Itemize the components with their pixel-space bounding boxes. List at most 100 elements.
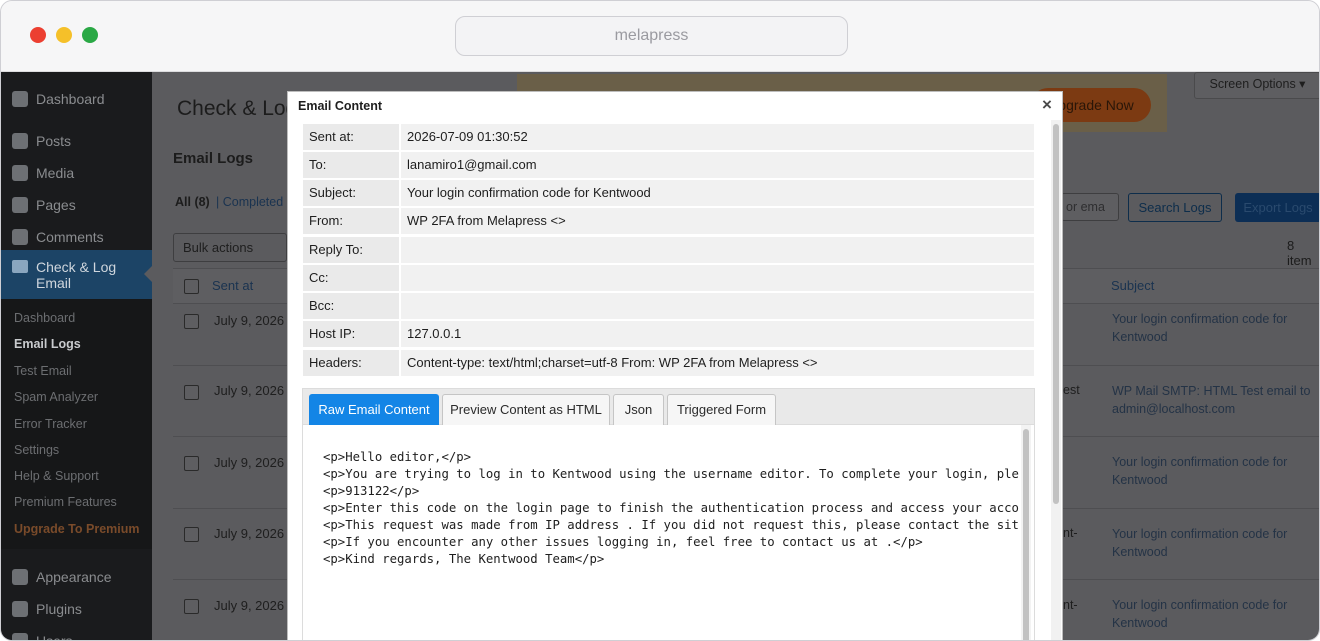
row-checkbox[interactable] (184, 456, 199, 471)
field-value: 2026-07-09 01:30:52 (401, 124, 1034, 150)
submenu-settings[interactable]: Settings (14, 443, 59, 457)
row-subject[interactable]: Your login confirmation code for Kentwoo… (1112, 525, 1312, 561)
filter-completed[interactable]: | Completed (216, 195, 283, 209)
search-input[interactable]: or ema (1061, 193, 1119, 221)
field-label: Bcc: (303, 293, 399, 319)
pin-icon (12, 133, 28, 149)
sidebar-item-check-log-email[interactable]: Check & Log Email (1, 250, 153, 299)
modal-scrollbar[interactable] (1051, 120, 1061, 640)
sidebar-item-label: Pages (36, 197, 76, 213)
bulk-actions-select[interactable]: Bulk actions (173, 233, 287, 262)
field-label: From: (303, 208, 399, 234)
field-label: Reply To: (303, 237, 399, 263)
screen-options-button[interactable]: Screen Options ▾ (1194, 72, 1319, 99)
sidebar-item-pages[interactable]: Pages (1, 192, 152, 220)
code-scrollbar-thumb[interactable] (1023, 429, 1029, 640)
tab-raw-email-content[interactable]: Raw Email Content (309, 394, 439, 425)
email-content-modal: Email Content × Sent at: 2026-07-09 01:3… (287, 91, 1063, 640)
sidebar-item-dashboard[interactable]: Dashboard (1, 86, 152, 114)
tab-preview-html[interactable]: Preview Content as HTML (442, 394, 610, 425)
sidebar-item-media[interactable]: Media (1, 160, 152, 188)
code-line: <p>Enter this code on the login page to … (323, 501, 1019, 515)
field-from: From: WP 2FA from Melapress <> (303, 208, 1034, 234)
field-value: Content-type: text/html;charset=utf-8 Fr… (401, 350, 1034, 376)
field-label: Cc: (303, 265, 399, 291)
field-value: WP 2FA from Melapress <> (401, 208, 1034, 234)
submenu-spam-analyzer[interactable]: Spam Analyzer (14, 390, 98, 404)
maximize-window-icon[interactable] (82, 27, 98, 43)
row-checkbox[interactable] (184, 314, 199, 329)
field-value (401, 237, 1034, 263)
sidebar-item-posts[interactable]: Posts (1, 128, 152, 156)
sidebar-item-users[interactable]: Users (1, 628, 152, 641)
close-icon[interactable]: × (1042, 95, 1052, 115)
column-sent-at[interactable]: Sent at (212, 278, 253, 293)
submenu-premium-features[interactable]: Premium Features (14, 495, 117, 509)
row-partial-text: est (1063, 383, 1080, 397)
field-label: Headers: (303, 350, 399, 376)
select-all-checkbox[interactable] (184, 279, 199, 294)
search-logs-button[interactable]: Search Logs (1128, 193, 1222, 222)
submenu-error-tracker[interactable]: Error Tracker (14, 417, 87, 431)
minimize-window-icon[interactable] (56, 27, 72, 43)
sidebar-item-appearance[interactable]: Appearance (1, 564, 152, 592)
row-checkbox[interactable] (184, 599, 199, 614)
content-tabs: Raw Email Content Preview Content as HTM… (302, 388, 1035, 640)
row-date: July 9, 2026 (214, 383, 285, 398)
field-host-ip: Host IP: 127.0.0.1 (303, 321, 1034, 347)
field-subject: Subject: Your login confirmation code fo… (303, 180, 1034, 206)
modal-title: Email Content (298, 99, 383, 113)
code-line: <p>Kind regards, The Kentwood Team</p> (323, 552, 605, 566)
row-date: July 9, 2026 (214, 526, 285, 541)
dashboard-icon (12, 91, 28, 107)
filter-all[interactable]: All (8) (175, 195, 210, 209)
sidebar-item-label: Users (36, 633, 73, 641)
row-checkbox[interactable] (184, 527, 199, 542)
tab-triggered-form[interactable]: Triggered Form (667, 394, 776, 425)
row-subject[interactable]: Your login confirmation code for Kentwoo… (1112, 596, 1312, 632)
address-bar[interactable]: melapress (455, 16, 848, 56)
tab-strip: Raw Email Content Preview Content as HTM… (303, 389, 1034, 425)
field-label: Sent at: (303, 124, 399, 150)
field-value: Your login confirmation code for Kentwoo… (401, 180, 1034, 206)
sidebar-submenu: Dashboard Email Logs Test Email Spam Ana… (1, 299, 152, 549)
row-partial-text: nt- (1063, 598, 1078, 612)
row-partial-text: nt- (1063, 526, 1078, 540)
row-checkbox[interactable] (184, 385, 199, 400)
submenu-upgrade-premium[interactable]: Upgrade To Premium (14, 522, 139, 536)
field-sent-at: Sent at: 2026-07-09 01:30:52 (303, 124, 1034, 150)
field-label: Subject: (303, 180, 399, 206)
code-scrollbar[interactable] (1021, 425, 1031, 640)
code-line: <p>913122</p> (323, 484, 420, 498)
sidebar-item-label: Check & Log Email (36, 259, 117, 291)
tab-json[interactable]: Json (613, 394, 664, 425)
field-label: Host IP: (303, 321, 399, 347)
row-subject[interactable]: Your login confirmation code for Kentwoo… (1112, 453, 1312, 489)
browser-chrome: melapress (1, 1, 1319, 72)
column-subject[interactable]: Subject (1111, 278, 1154, 293)
field-headers: Headers: Content-type: text/html;charset… (303, 350, 1034, 376)
sidebar-item-label: Plugins (36, 601, 82, 617)
submenu-dashboard[interactable]: Dashboard (14, 311, 75, 325)
export-logs-button[interactable]: Export Logs (1235, 193, 1319, 222)
modal-scrollbar-thumb[interactable] (1053, 124, 1059, 504)
row-subject[interactable]: WP Mail SMTP: HTML Test email to admin@l… (1112, 382, 1312, 418)
close-window-icon[interactable] (30, 27, 46, 43)
submenu-email-logs[interactable]: Email Logs (14, 337, 81, 351)
browser-window: melapress Dashboard Posts Media Pages Co… (0, 0, 1320, 641)
pages-icon (12, 197, 28, 213)
page-title: Check & Log (177, 97, 298, 120)
media-icon (12, 165, 28, 181)
sidebar-item-label: Media (36, 165, 75, 181)
field-value: lanamiro1@gmail.com (401, 152, 1034, 178)
row-subject[interactable]: Your login confirmation code for Kentwoo… (1112, 310, 1312, 346)
sidebar-item-plugins[interactable]: Plugins (1, 596, 152, 624)
field-value (401, 293, 1034, 319)
comment-icon (12, 229, 28, 245)
sidebar-item-label: Dashboard (36, 91, 105, 107)
field-label: To: (303, 152, 399, 178)
row-date: July 9, 2026 (214, 455, 285, 470)
submenu-help-support[interactable]: Help & Support (14, 469, 99, 483)
sidebar-item-comments[interactable]: Comments (1, 224, 152, 252)
submenu-test-email[interactable]: Test Email (14, 364, 72, 378)
